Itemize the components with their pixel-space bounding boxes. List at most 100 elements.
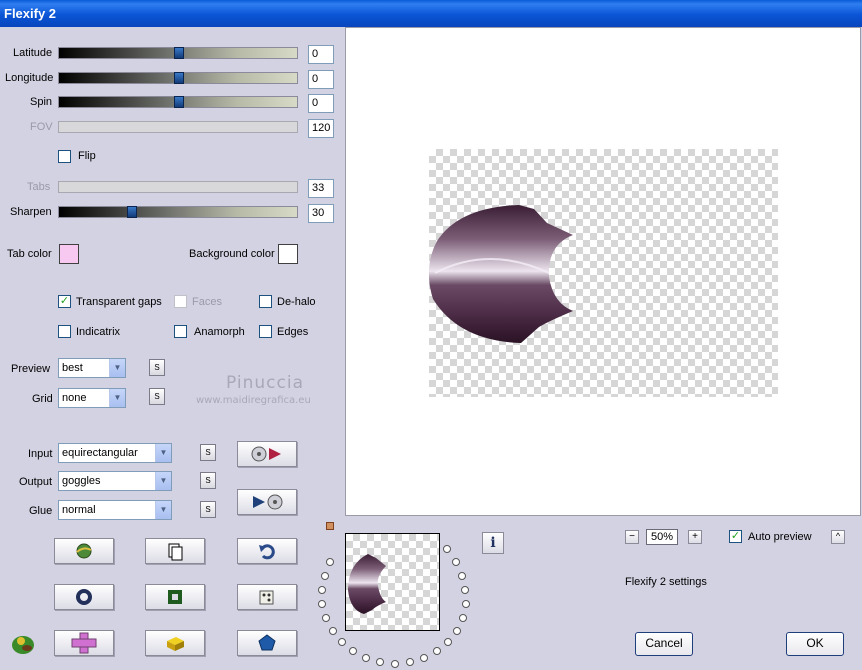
randomize-button[interactable] — [237, 584, 297, 610]
input-label: Input — [28, 448, 53, 460]
chevron-down-icon[interactable]: ▼ — [155, 501, 171, 519]
fov-label: FOV — [30, 121, 53, 133]
output-select-value: goggles — [62, 475, 101, 487]
frame-button[interactable] — [145, 584, 205, 610]
grid-select[interactable]: none ▼ — [58, 388, 126, 408]
dehalo-label: De-halo — [277, 296, 316, 308]
main-preview[interactable] — [345, 27, 861, 516]
zoom-in-button[interactable]: + — [688, 530, 702, 544]
dehalo-checkbox[interactable] — [259, 295, 272, 308]
indicatrix-label: Indicatrix — [76, 326, 121, 338]
fov-value-field[interactable]: 120 — [308, 119, 334, 138]
output-select[interactable]: goggles ▼ — [58, 471, 172, 491]
fov-slider[interactable] — [58, 121, 298, 133]
ok-button[interactable]: OK — [786, 632, 844, 656]
ring-dot — [444, 638, 452, 646]
planet-icon — [76, 543, 92, 559]
ring-dot — [461, 586, 469, 594]
grid-s-button[interactable]: S — [149, 388, 165, 405]
sharpen-slider[interactable] — [58, 206, 298, 218]
tabs-value-field[interactable]: 33 — [308, 179, 334, 198]
chevron-down-icon[interactable]: ▼ — [109, 389, 125, 407]
preview-s-button[interactable]: S — [149, 359, 165, 376]
zoom-out-button[interactable]: − — [625, 530, 639, 544]
latitude-slider[interactable] — [58, 47, 298, 59]
copy-button[interactable] — [145, 538, 205, 564]
tab-color-swatch[interactable] — [59, 244, 79, 264]
longitude-slider[interactable] — [58, 72, 298, 84]
cross-shape-button[interactable] — [54, 630, 114, 656]
glue-select[interactable]: normal ▼ — [58, 500, 172, 520]
sharpen-value-field[interactable]: 30 — [308, 204, 334, 223]
chevron-down-icon[interactable]: ▼ — [109, 359, 125, 377]
longitude-label: Longitude — [5, 72, 54, 84]
auto-preview-checkbox[interactable]: ✓ — [729, 530, 742, 543]
ring-dot — [458, 572, 466, 580]
navigator-thumbnail[interactable] — [345, 533, 440, 631]
latitude-value-field[interactable]: 0 — [308, 45, 334, 64]
longitude-slider-thumb[interactable] — [174, 72, 184, 84]
chevron-down-icon[interactable]: ▼ — [155, 444, 171, 462]
brick-icon — [167, 637, 184, 651]
longitude-value-field[interactable]: 0 — [308, 70, 334, 89]
navigator-marker[interactable] — [326, 522, 334, 530]
copy-to-input-button[interactable] — [237, 489, 297, 515]
tabs-slider[interactable] — [58, 181, 298, 193]
ring-dot — [326, 558, 334, 566]
spin-value-field[interactable]: 0 — [308, 94, 334, 113]
transparent-gaps-checkbox[interactable]: ✓ — [58, 295, 71, 308]
input-select-value: equirectangular — [62, 447, 138, 459]
disc-to-arrow-icon — [251, 446, 281, 462]
ring-dot — [452, 558, 460, 566]
window-title: Flexify 2 — [0, 0, 862, 27]
anamorph-checkbox[interactable] — [174, 325, 187, 338]
chevron-down-icon[interactable]: ▼ — [155, 472, 171, 490]
copy-to-output-button[interactable] — [237, 441, 297, 467]
ring-button[interactable] — [54, 584, 114, 610]
input-select[interactable]: equirectangular ▼ — [58, 443, 172, 463]
ring-dot — [376, 658, 384, 666]
indicatrix-checkbox[interactable] — [58, 325, 71, 338]
preview-select[interactable]: best ▼ — [58, 358, 126, 378]
ring-dot — [420, 654, 428, 662]
arrow-to-disc-icon — [253, 494, 283, 510]
input-s-button[interactable]: S — [200, 444, 216, 461]
spin-slider-thumb[interactable] — [174, 96, 184, 108]
ring-dot — [459, 614, 467, 622]
sharpen-slider-thumb[interactable] — [127, 206, 137, 218]
pentagon-shape-button[interactable] — [237, 630, 297, 656]
spin-label: Spin — [30, 96, 53, 108]
cancel-button[interactable]: Cancel — [635, 632, 693, 656]
output-label: Output — [19, 476, 53, 488]
collapse-button[interactable]: ^ — [831, 530, 845, 544]
random-planet-button[interactable] — [54, 538, 114, 564]
latitude-slider-thumb[interactable] — [174, 47, 184, 59]
faces-checkbox[interactable] — [174, 295, 187, 308]
ring-dot — [338, 638, 346, 646]
app-logo-icon — [12, 636, 34, 654]
glue-s-button[interactable]: S — [200, 501, 216, 518]
ring-dot — [329, 627, 337, 635]
copy-pages-icon — [168, 543, 183, 561]
info-button[interactable]: i — [482, 532, 504, 554]
output-s-button[interactable]: S — [200, 472, 216, 489]
spin-slider[interactable] — [58, 96, 298, 108]
undo-button[interactable] — [237, 538, 297, 564]
ring-dot — [433, 647, 441, 655]
goggles-thumbnail-shape — [348, 554, 386, 614]
ring-dot — [362, 654, 370, 662]
sharpen-label: Sharpen — [10, 206, 52, 218]
flip-checkbox[interactable] — [58, 150, 71, 163]
edges-checkbox[interactable] — [259, 325, 272, 338]
latitude-label: Latitude — [13, 47, 53, 59]
cross-icon — [71, 632, 97, 654]
dialog-body: Latitude 0 Longitude 0 Spin 0 FOV 120 Fl… — [0, 27, 862, 670]
cube-shape-button[interactable] — [145, 630, 205, 656]
grid-select-value: none — [62, 392, 87, 404]
goggles-shape — [429, 205, 573, 343]
ring-dot — [321, 572, 329, 580]
dice-icon — [259, 590, 274, 605]
glue-select-value: normal — [62, 504, 96, 516]
zoom-level: 50% — [646, 529, 678, 545]
background-color-swatch[interactable] — [278, 244, 298, 264]
